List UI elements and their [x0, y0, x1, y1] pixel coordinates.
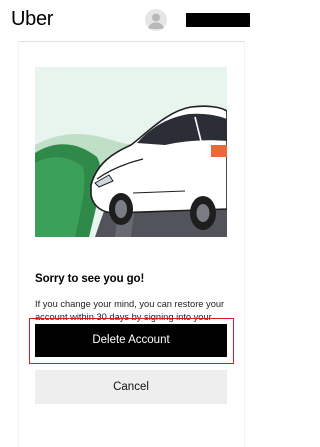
delete-account-page: Uber Sorry to see you go! If you change … — [0, 0, 261, 447]
header: Uber — [0, 0, 261, 40]
dialog-heading: Sorry to see you go! — [35, 273, 145, 285]
cancel-button[interactable]: Cancel — [35, 370, 227, 404]
car-illustration — [35, 67, 227, 237]
delete-button-highlight: Delete Account — [29, 318, 234, 364]
user-icon — [148, 13, 164, 29]
redacted-user-name — [186, 13, 250, 27]
delete-account-button[interactable]: Delete Account — [35, 324, 227, 357]
uber-logo[interactable]: Uber — [11, 7, 53, 31]
avatar[interactable] — [145, 9, 167, 31]
delete-account-card: Sorry to see you go! If you change your … — [18, 41, 245, 447]
